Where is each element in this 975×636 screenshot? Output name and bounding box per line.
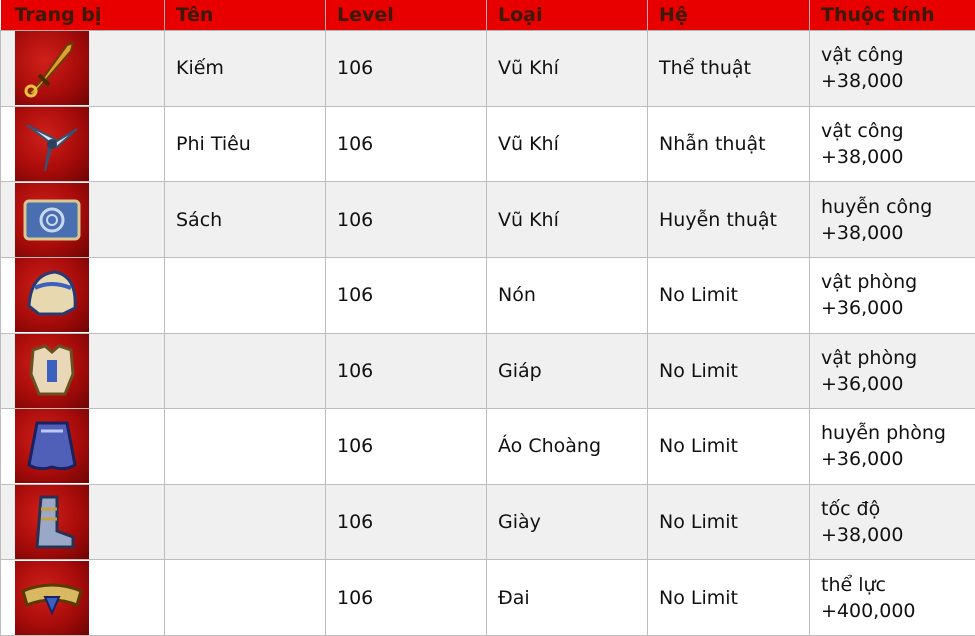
item-name: Sách bbox=[164, 181, 326, 258]
item-type: Giáp bbox=[486, 332, 648, 410]
equipment-cell bbox=[0, 483, 165, 561]
item-type: Áo Choàng bbox=[486, 408, 648, 485]
equipment-cell bbox=[0, 332, 165, 410]
header-row: Trang bị Tên Level Loại Hệ Thuộc tính bbox=[0, 0, 975, 31]
item-level: 106 bbox=[325, 559, 487, 636]
attribute-name: tốc độ bbox=[821, 498, 881, 521]
item-school: No Limit bbox=[647, 332, 810, 410]
item-level: 106 bbox=[325, 483, 487, 561]
table-row: 106 Giày No Limit tốc độ +38,000 bbox=[0, 483, 975, 561]
shuriken-icon bbox=[15, 106, 89, 181]
attribute-value: +38,000 bbox=[821, 70, 904, 93]
item-school: Thể thuật bbox=[647, 30, 810, 107]
attribute-name: thể lực bbox=[821, 573, 886, 596]
helmet-icon bbox=[15, 258, 89, 333]
table-row: 106 Giáp No Limit vật phòng +36,000 bbox=[0, 332, 975, 410]
item-level: 106 bbox=[325, 181, 487, 258]
item-attribute: tốc độ +38,000 bbox=[809, 483, 975, 561]
item-school: No Limit bbox=[647, 408, 810, 485]
table-row: Kiếm 106 Vũ Khí Thể thuật vật công +38,0… bbox=[0, 30, 975, 107]
item-level: 106 bbox=[325, 408, 487, 485]
attribute-value: +38,000 bbox=[821, 524, 904, 547]
belt-icon bbox=[15, 560, 89, 635]
item-name bbox=[164, 483, 326, 561]
table-row: 106 Đai No Limit thể lực +400,000 bbox=[0, 559, 975, 636]
item-attribute: vật phòng +36,000 bbox=[809, 256, 975, 334]
equipment-cell bbox=[0, 256, 165, 334]
item-name bbox=[164, 559, 326, 636]
item-type: Vũ Khí bbox=[486, 105, 648, 183]
item-name bbox=[164, 256, 326, 334]
attribute-value: +38,000 bbox=[821, 221, 904, 244]
table-row: Phi Tiêu 106 Vũ Khí Nhẫn thuật vật công … bbox=[0, 105, 975, 183]
scroll-icon bbox=[15, 182, 89, 257]
item-school: No Limit bbox=[647, 559, 810, 636]
item-school: No Limit bbox=[647, 256, 810, 334]
table-row: Sách 106 Vũ Khí Huyễn thuật huyễn công +… bbox=[0, 181, 975, 258]
equipment-cell bbox=[0, 30, 165, 107]
item-level: 106 bbox=[325, 105, 487, 183]
boots-icon bbox=[15, 485, 89, 560]
item-attribute: vật phòng +36,000 bbox=[809, 332, 975, 410]
equipment-table: Trang bị Tên Level Loại Hệ Thuộc tính Ki… bbox=[0, 0, 975, 636]
item-school: Nhẫn thuật bbox=[647, 105, 810, 183]
header-level: Level bbox=[325, 0, 487, 31]
item-school: No Limit bbox=[647, 483, 810, 561]
cloak-icon bbox=[15, 409, 89, 484]
armor-icon bbox=[15, 333, 89, 408]
item-level: 106 bbox=[325, 256, 487, 334]
attribute-name: huyễn phòng bbox=[821, 422, 946, 445]
item-level: 106 bbox=[325, 30, 487, 107]
attribute-value: +36,000 bbox=[821, 448, 904, 471]
equipment-cell bbox=[0, 408, 165, 485]
item-type: Vũ Khí bbox=[486, 30, 648, 107]
attribute-value: +36,000 bbox=[821, 297, 904, 320]
attribute-name: huyễn công bbox=[821, 195, 933, 218]
item-attribute: huyễn công +38,000 bbox=[809, 181, 975, 258]
item-name: Kiếm bbox=[164, 30, 326, 107]
equipment-cell bbox=[0, 105, 165, 183]
header-school: Hệ bbox=[647, 0, 810, 31]
table-row: 106 Nón No Limit vật phòng +36,000 bbox=[0, 256, 975, 334]
dagger-icon bbox=[15, 31, 89, 106]
header-type: Loại bbox=[486, 0, 648, 31]
table-row: 106 Áo Choàng No Limit huyễn phòng +36,0… bbox=[0, 408, 975, 485]
item-name bbox=[164, 408, 326, 485]
header-equipment: Trang bị bbox=[0, 0, 165, 31]
item-school: Huyễn thuật bbox=[647, 181, 810, 258]
attribute-name: vật công bbox=[821, 44, 904, 67]
item-type: Vũ Khí bbox=[486, 181, 648, 258]
item-attribute: vật công +38,000 bbox=[809, 30, 975, 107]
item-name bbox=[164, 332, 326, 410]
item-type: Đai bbox=[486, 559, 648, 636]
attribute-name: vật công bbox=[821, 119, 904, 142]
item-attribute: vật công +38,000 bbox=[809, 105, 975, 183]
attribute-value: +36,000 bbox=[821, 372, 904, 395]
equipment-cell bbox=[0, 559, 165, 636]
item-type: Nón bbox=[486, 256, 648, 334]
item-attribute: huyễn phòng +36,000 bbox=[809, 408, 975, 485]
item-level: 106 bbox=[325, 332, 487, 410]
attribute-value: +400,000 bbox=[821, 599, 916, 622]
item-name: Phi Tiêu bbox=[164, 105, 326, 183]
item-attribute: thể lực +400,000 bbox=[809, 559, 975, 636]
equipment-cell bbox=[0, 181, 165, 258]
item-type: Giày bbox=[486, 483, 648, 561]
header-name: Tên bbox=[164, 0, 326, 31]
attribute-name: vật phòng bbox=[821, 271, 918, 294]
attribute-name: vật phòng bbox=[821, 346, 918, 369]
attribute-value: +38,000 bbox=[821, 145, 904, 168]
header-attribute: Thuộc tính bbox=[809, 0, 975, 31]
